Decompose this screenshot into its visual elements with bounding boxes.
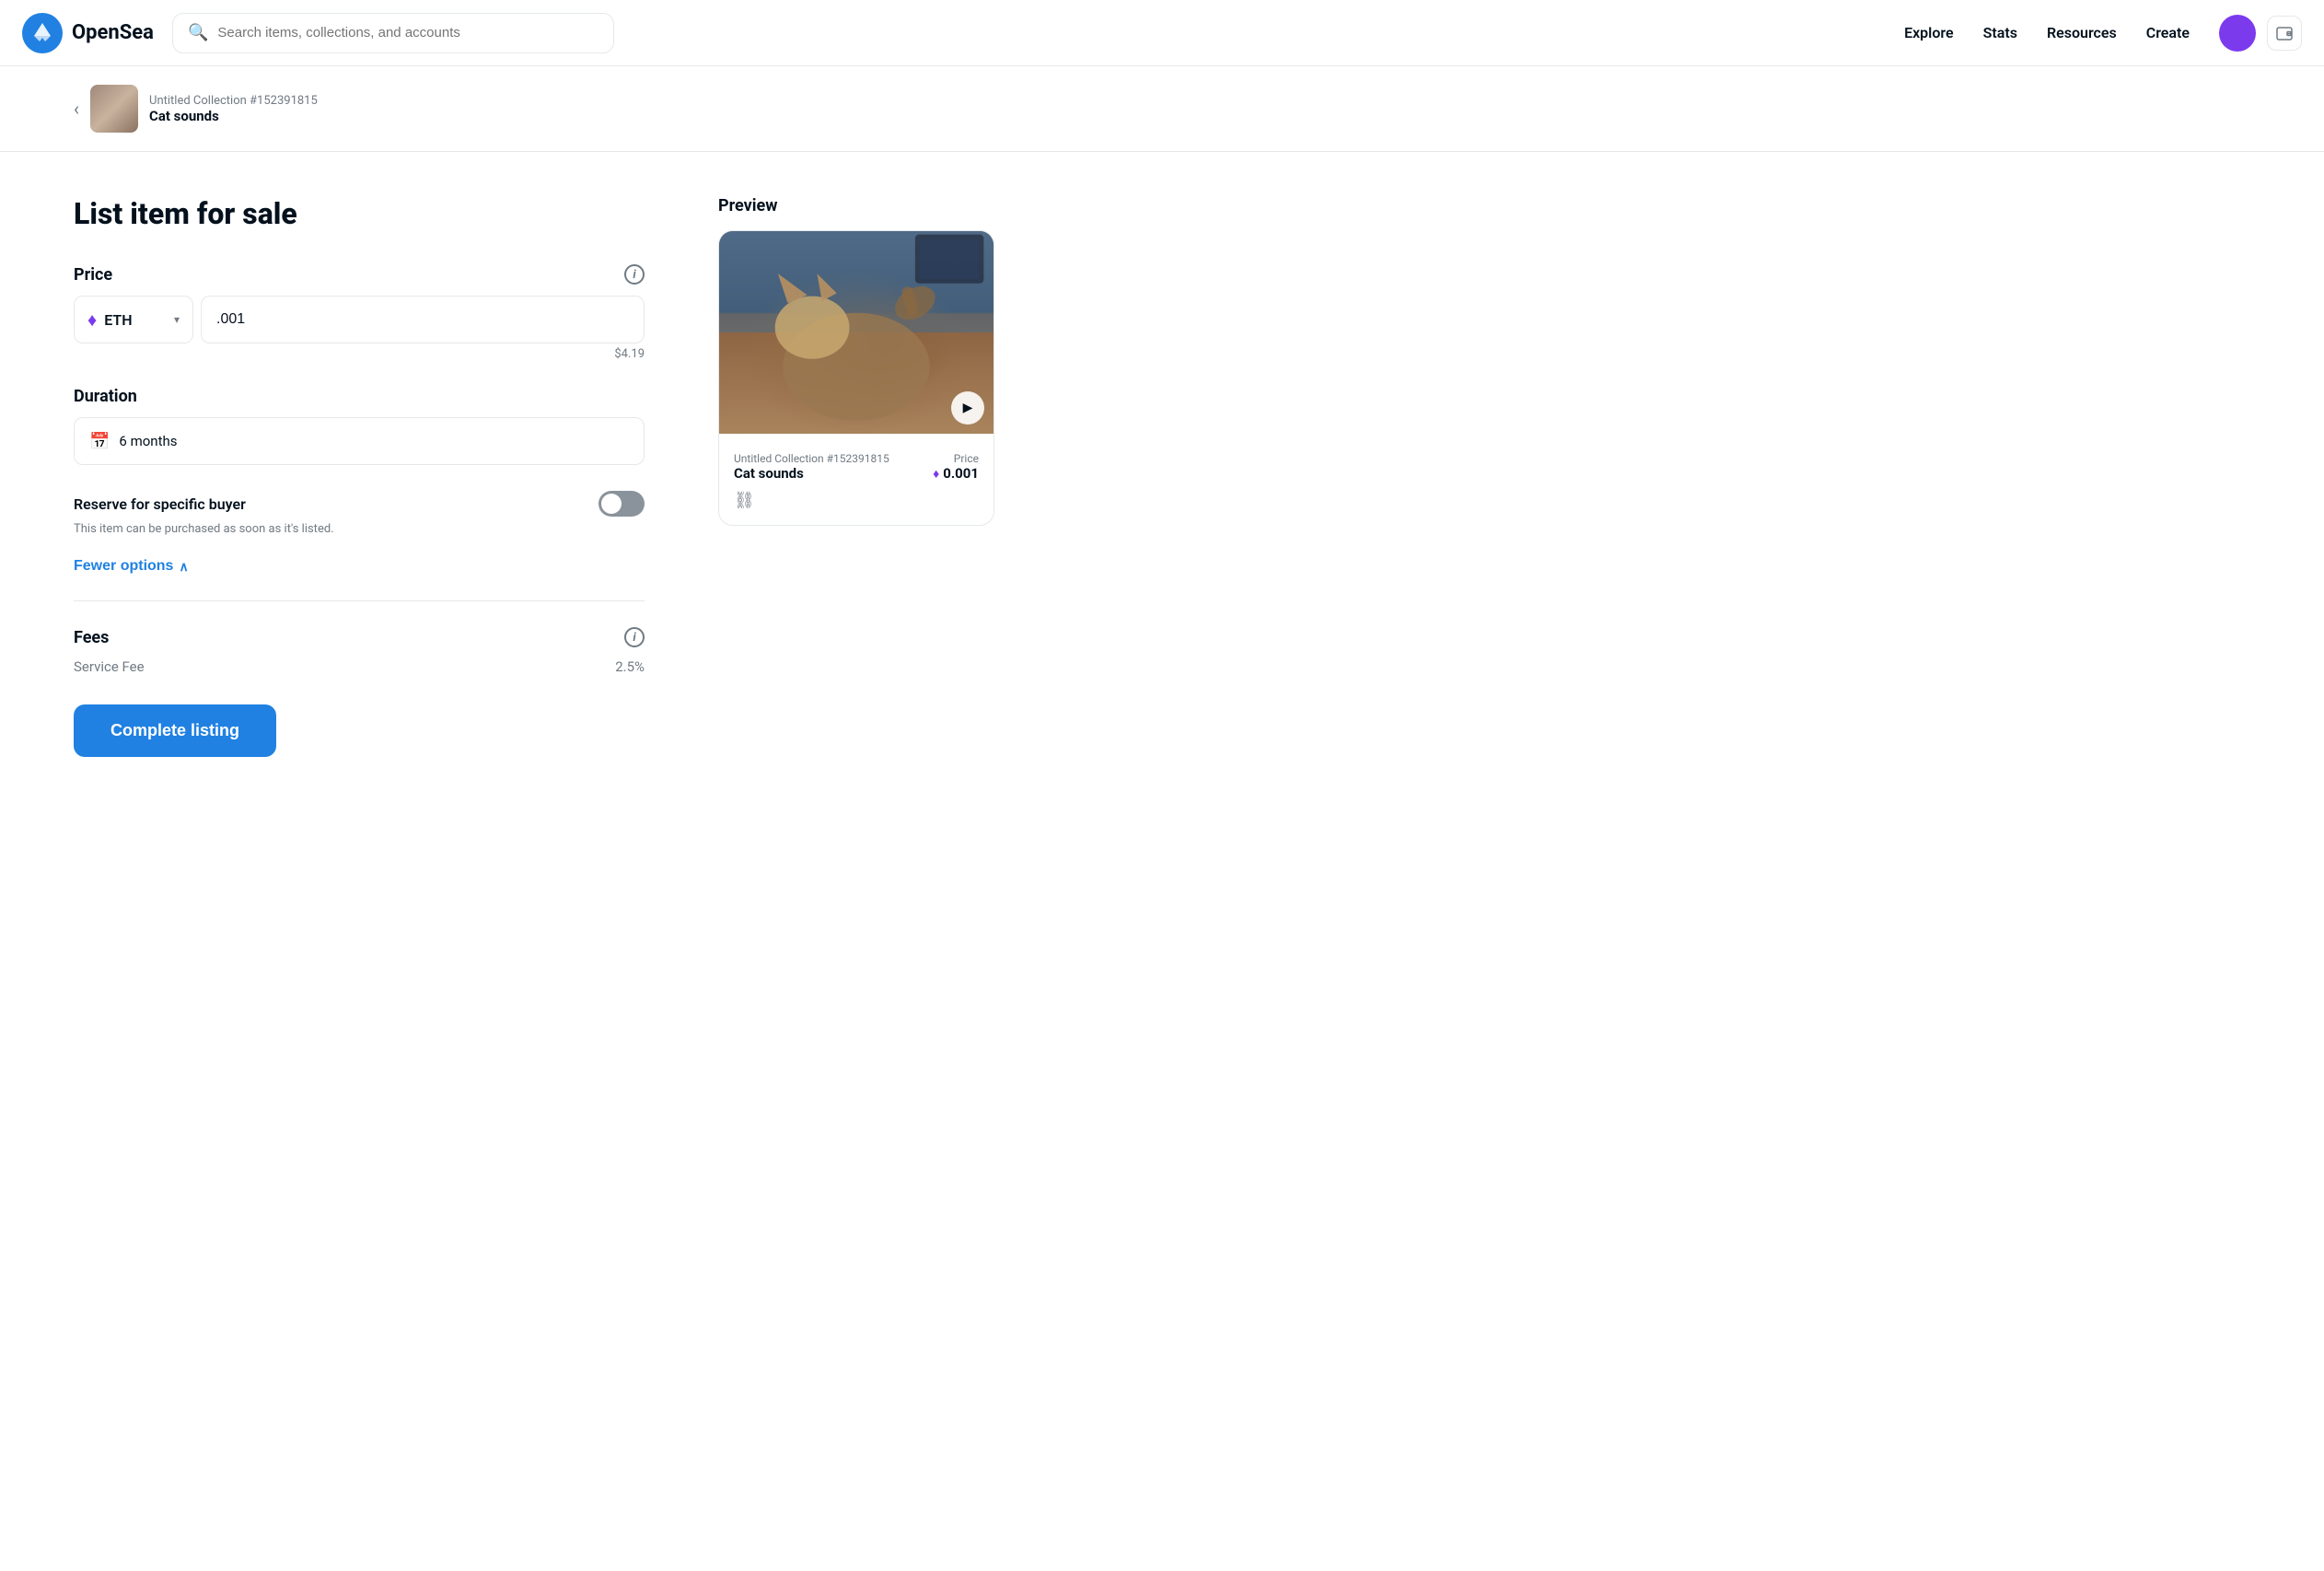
nav-stats[interactable]: Stats	[1983, 24, 2017, 41]
breadcrumb-text: Untitled Collection #152391815 Cat sound…	[149, 94, 318, 124]
complete-listing-button[interactable]: Complete listing	[74, 704, 276, 757]
fees-section: Fees i Service Fee 2.5%	[74, 627, 645, 675]
fewer-options-text: Fewer options	[74, 558, 173, 575]
currency-label: ETH	[104, 311, 132, 329]
price-row: ♦ ETH ▾	[74, 296, 645, 343]
price-label: Price	[74, 265, 112, 285]
nav-links: Explore Stats Resources Create	[1904, 24, 2190, 41]
logo-text: OpenSea	[72, 21, 154, 44]
duration-header: Duration	[74, 387, 645, 406]
avatar[interactable]	[2219, 15, 2256, 52]
reserve-label: Reserve for specific buyer	[74, 495, 246, 513]
fees-info-icon[interactable]: i	[624, 627, 645, 647]
fees-row: Service Fee 2.5%	[74, 658, 645, 675]
fees-header: Fees i	[74, 627, 645, 647]
divider	[74, 600, 645, 601]
preview-footer: ⛓	[719, 482, 994, 510]
preview-info: Untitled Collection #152391815 Cat sound…	[719, 434, 994, 482]
nav-explore[interactable]: Explore	[1904, 24, 1954, 41]
breadcrumb-collection: Untitled Collection #152391815	[149, 94, 318, 108]
navbar: OpenSea 🔍 Explore Stats Resources Create	[0, 0, 2324, 66]
nav-resources[interactable]: Resources	[2047, 24, 2117, 41]
search-icon: 🔍	[188, 23, 208, 42]
page-title: List item for sale	[74, 196, 645, 231]
breadcrumb-item-name: Cat sounds	[149, 108, 318, 124]
reserve-toggle[interactable]	[598, 491, 645, 517]
preview-image-wrap: ▶	[719, 231, 994, 434]
preview-price-label: Price	[933, 452, 979, 465]
service-fee-value: 2.5%	[615, 658, 645, 675]
toggle-knob	[601, 494, 622, 514]
price-input[interactable]	[201, 296, 645, 343]
fewer-options-button[interactable]: Fewer options ∧	[74, 558, 189, 575]
chevron-up-icon: ∧	[179, 559, 188, 575]
search-bar[interactable]: 🔍	[172, 13, 614, 53]
reserve-row: Reserve for specific buyer	[74, 491, 645, 517]
left-panel: List item for sale Price i ♦ ETH ▾ $4.19…	[74, 196, 645, 757]
duration-input[interactable]: 📅 6 months	[74, 417, 645, 465]
main-content: List item for sale Price i ♦ ETH ▾ $4.19…	[0, 152, 1289, 801]
duration-label: Duration	[74, 387, 137, 406]
link-icon: ⛓	[734, 491, 755, 510]
preview-price-number: 0.001	[943, 465, 979, 482]
search-input[interactable]	[217, 25, 598, 41]
preview-eth-icon: ♦	[933, 466, 939, 482]
preview-label: Preview	[718, 196, 1013, 215]
currency-selector[interactable]: ♦ ETH ▾	[74, 296, 193, 343]
price-section-header: Price i	[74, 264, 645, 285]
wallet-button[interactable]	[2267, 16, 2302, 51]
duration-value: 6 months	[119, 433, 177, 449]
reserve-description: This item can be purchased as soon as it…	[74, 522, 645, 536]
preview-play-button[interactable]: ▶	[951, 391, 984, 425]
price-info-icon[interactable]: i	[624, 264, 645, 285]
duration-section: Duration 📅 6 months	[74, 387, 645, 465]
preview-collection: Untitled Collection #152391815	[734, 452, 889, 465]
preview-card: ▶ Untitled Collection #152391815 Cat sou…	[718, 230, 994, 526]
fees-label: Fees	[74, 628, 109, 647]
price-usd-value: $4.19	[74, 347, 645, 361]
fewer-options-section: Fewer options ∧	[74, 558, 645, 575]
back-button[interactable]: ‹	[74, 98, 79, 120]
nav-create[interactable]: Create	[2146, 24, 2190, 41]
right-panel: Preview	[718, 196, 1013, 757]
preview-price-value: ♦ 0.001	[933, 465, 979, 482]
reserve-section: Reserve for specific buyer This item can…	[74, 491, 645, 536]
breadcrumb-bar: ‹ Untitled Collection #152391815 Cat sou…	[0, 66, 2324, 152]
eth-icon: ♦	[87, 308, 97, 332]
logo-icon	[22, 13, 63, 53]
currency-chevron-icon: ▾	[174, 313, 180, 326]
preview-name: Cat sounds	[734, 465, 889, 482]
item-thumbnail	[90, 85, 138, 133]
calendar-icon: 📅	[89, 432, 110, 451]
logo-link[interactable]: OpenSea	[22, 13, 154, 53]
service-fee-label: Service Fee	[74, 658, 145, 675]
